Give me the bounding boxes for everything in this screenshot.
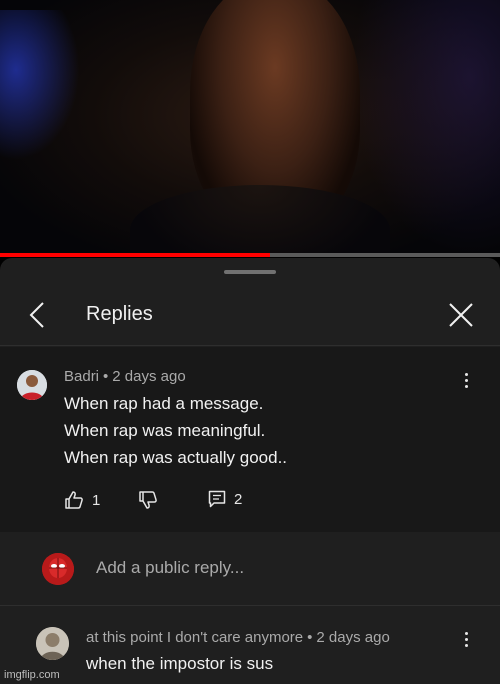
comment-icon (208, 490, 226, 508)
avatar-image (36, 627, 69, 660)
reply-meta: at this point I don't care anymore • 2 day… (86, 629, 390, 646)
thumbs-down-icon (139, 491, 157, 509)
reply-time: 2 days ago (316, 629, 390, 646)
reply-count-button[interactable]: 2 (208, 490, 242, 508)
drag-handle[interactable] (224, 270, 276, 274)
back-button[interactable] (22, 298, 52, 332)
reply-input[interactable] (96, 558, 456, 578)
close-icon (449, 303, 473, 327)
more-dot (464, 637, 468, 641)
more-dot (464, 384, 468, 388)
more-dot (464, 631, 468, 635)
add-reply-bar (0, 532, 500, 606)
avatar[interactable] (17, 370, 47, 400)
comment-text-line: When rap had a message. (64, 394, 264, 413)
replies-header: Replies (0, 284, 500, 346)
more-dot (464, 378, 468, 382)
comment-meta: Badri • 2 days ago (64, 368, 186, 385)
reply-author[interactable]: at this point I don't care anymore (86, 629, 303, 646)
like-count: 1 (92, 491, 101, 509)
more-dot (464, 372, 468, 376)
meta-separator: • (103, 368, 109, 385)
video-progress-fill (0, 253, 270, 257)
reply-more-button[interactable] (456, 627, 476, 651)
page-title: Replies (86, 303, 153, 325)
avatar[interactable] (36, 627, 69, 660)
avatar-image (17, 370, 47, 400)
avatar-image (42, 553, 74, 585)
comment-time: 2 days ago (112, 368, 186, 385)
meta-separator: • (307, 629, 313, 646)
more-dot (464, 643, 468, 647)
reply-count: 2 (234, 490, 243, 508)
comment-text-line: When rap was actually good.. (64, 448, 288, 467)
chevron-left-icon (29, 302, 44, 328)
dislike-button[interactable] (138, 490, 158, 510)
comment-author[interactable]: Badri (64, 368, 99, 385)
video-frame-light (0, 10, 80, 160)
watermark: imgflip.com (4, 669, 60, 681)
close-button[interactable] (444, 298, 478, 332)
video-progress-bar[interactable] (0, 253, 500, 257)
video-player[interactable] (0, 0, 500, 256)
reply-text: when the impostor is sus (86, 654, 274, 673)
comment-text-line: When rap was meaningful. (64, 421, 266, 440)
comment-more-button[interactable] (456, 368, 476, 392)
thumbs-up-icon (65, 491, 83, 509)
like-button[interactable]: 1 (64, 490, 100, 510)
parent-comment: Badri • 2 days ago When rap had a message.… (0, 347, 500, 532)
avatar (42, 553, 74, 585)
